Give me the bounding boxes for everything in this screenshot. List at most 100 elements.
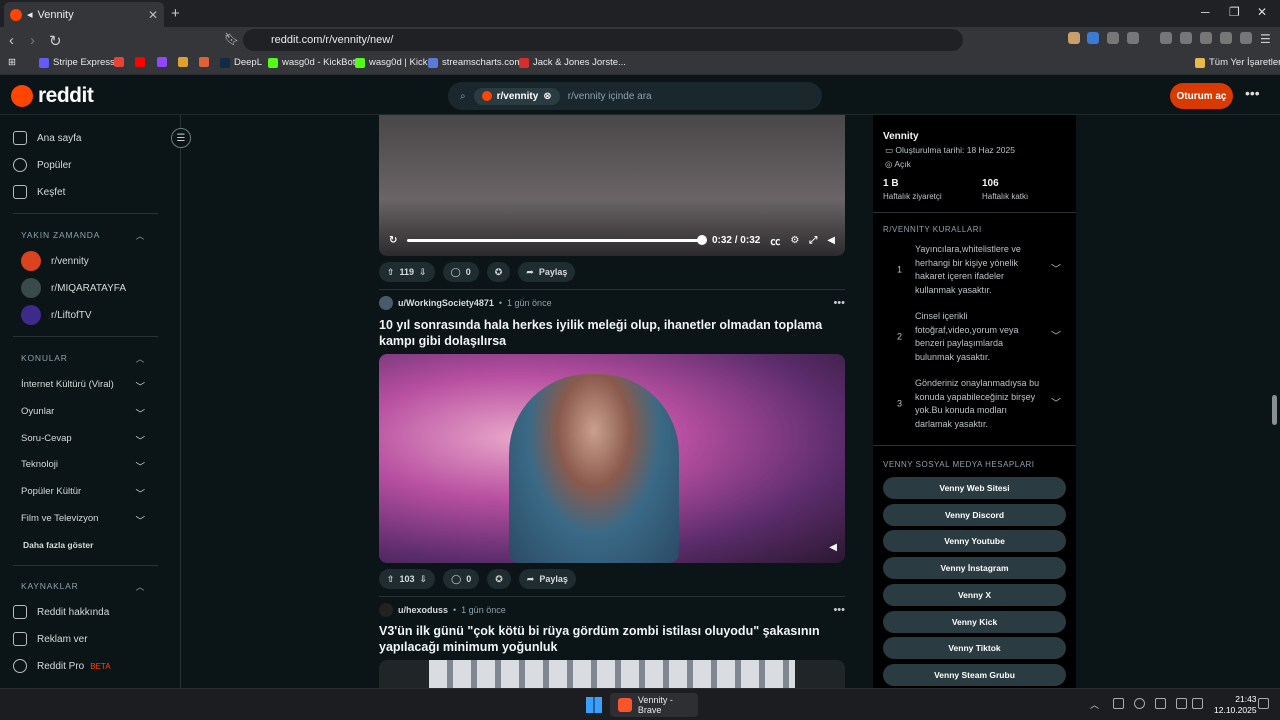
video-player[interactable]: ↻ 0:32 / 0:32 ㏄ ⚙ ⤢ ◀ [379, 115, 845, 256]
captions-icon[interactable]: ㏄ [770, 233, 780, 248]
system-clock[interactable]: 21:43 12.10.2025 [1214, 694, 1257, 716]
comments-button[interactable]: ◯ 0 [443, 569, 480, 589]
extension-icon[interactable] [1068, 32, 1080, 44]
new-tab-button[interactable]: + [171, 5, 180, 22]
volume-icon[interactable]: ◀ [829, 542, 837, 553]
topic-item[interactable]: Soru-Cevap ﹀ [21, 433, 145, 447]
social-link-button[interactable]: Venny Tiktok [883, 637, 1066, 659]
reload-icon[interactable]: ↻ [49, 32, 62, 50]
resource-about-reddit[interactable]: Reddit hakkında [13, 605, 158, 619]
post-options-icon[interactable]: ••• [833, 297, 845, 309]
post-title[interactable]: V3'ün ilk günü "çok kötü bi rüya gördüm … [379, 623, 849, 655]
volume-icon[interactable]: ◀ [827, 235, 835, 246]
tray-app-icon[interactable] [1113, 698, 1124, 709]
user-avatar[interactable] [379, 296, 393, 310]
apps-icon[interactable]: ⊞ [8, 57, 16, 68]
video-progress-bar[interactable] [407, 235, 707, 245]
social-link-button[interactable]: Venny Steam Grubu [883, 664, 1066, 686]
collapse-sidebar-button[interactable]: ☰ [171, 128, 191, 148]
reddit-logo[interactable]: reddit [11, 84, 94, 108]
search-bar[interactable]: ⌕ r/vennity ⊗ r/vennity içinde ara [448, 82, 822, 110]
minimize-icon[interactable]: ─ [1201, 5, 1210, 19]
vpn-icon[interactable] [1240, 32, 1252, 44]
bookmark-item[interactable]: DeepL [220, 57, 262, 68]
award-button[interactable]: ✪ [486, 262, 511, 282]
rule-item[interactable]: 3 Gönderiniz onaylanmadıysa bu konuda yap… [883, 377, 1069, 431]
rule-item[interactable]: 1 Yayıncılara,whitelistlere ve herhangi b… [883, 243, 1069, 297]
back-icon[interactable]: ‹ [9, 32, 14, 49]
recent-section-header[interactable]: YAKIN ZAMANDA ︿ [21, 230, 145, 242]
share-button[interactable]: ➦ Paylaş [518, 569, 576, 589]
more-options-icon[interactable]: ••• [1245, 85, 1260, 101]
video-thumbnail[interactable] [379, 660, 845, 688]
bookmark-icon[interactable] [199, 57, 209, 67]
bookmark-item[interactable]: streamscharts.com [428, 57, 522, 68]
topic-item[interactable]: Popüler Kültür ﹀ [21, 486, 145, 500]
post-author[interactable]: u/WorkingSociety4871 [398, 298, 494, 308]
search-subreddit-chip[interactable]: r/vennity ⊗ [473, 87, 560, 105]
bookmark-item[interactable]: wasg0d - KickBot [268, 57, 355, 68]
microphone-icon[interactable] [1155, 698, 1166, 709]
post-options-icon[interactable]: ••• [833, 604, 845, 616]
tray-overflow-icon[interactable]: ︿ [1090, 698, 1101, 710]
wallet-icon[interactable] [1200, 32, 1212, 44]
topics-section-header[interactable]: KONULAR ︿ [21, 353, 145, 365]
recent-community[interactable]: r/vennity [21, 251, 166, 271]
sidebar-item-explore[interactable]: Keşfet [13, 185, 158, 199]
maximize-icon[interactable]: ❐ [1229, 5, 1240, 19]
close-window-icon[interactable]: ✕ [1257, 5, 1267, 19]
taskbar-app-brave[interactable]: Vennity - Brave [610, 693, 698, 717]
page-scrollbar[interactable] [1272, 395, 1277, 425]
gmail-icon[interactable] [114, 57, 124, 67]
extension-icon[interactable] [1127, 32, 1139, 44]
resource-reddit-pro[interactable]: Reddit Pro BETA [13, 659, 158, 673]
address-bar[interactable]: reddit.com/r/vennity/new/ [243, 29, 963, 51]
share-button[interactable]: ➦ Paylaş [518, 262, 576, 282]
bookmark-item[interactable]: Jack & Jones Jorste... [519, 57, 626, 68]
social-link-button[interactable]: Venny Kick [883, 611, 1066, 633]
bookmark-icon[interactable]: 🔖︎ [224, 32, 239, 46]
social-link-button[interactable]: Venny İnstagram [883, 557, 1066, 579]
social-link-button[interactable]: Venny Youtube [883, 530, 1066, 552]
resource-advertise[interactable]: Reklam ver [13, 632, 158, 646]
forward-icon[interactable]: › [30, 32, 35, 49]
twitch-icon[interactable] [157, 57, 167, 67]
leo-icon[interactable] [1220, 32, 1232, 44]
bookmark-item[interactable]: wasg0d | Kick [355, 57, 427, 68]
windows-start-icon[interactable] [586, 697, 602, 713]
topic-item[interactable]: Oyunlar ﹀ [21, 406, 145, 420]
login-button[interactable]: Oturum aç [1170, 83, 1233, 109]
clear-chip-icon[interactable]: ⊗ [543, 91, 551, 102]
bookmark-item[interactable]: Stripe Express [39, 57, 115, 68]
network-icon[interactable] [1176, 698, 1187, 709]
fullscreen-icon[interactable]: ⤢ [809, 235, 817, 246]
close-tab-icon[interactable]: ✕ [148, 8, 158, 22]
sidebar-item-popular[interactable]: Popüler [13, 158, 158, 172]
recent-community[interactable]: r/LiftofTV [21, 305, 166, 325]
replay-icon[interactable]: ↻ [389, 235, 397, 246]
music-icon[interactable] [1160, 32, 1172, 44]
rule-item[interactable]: 2 Cinsel içerikli fotoğraf,video,yorum ve… [883, 310, 1069, 364]
user-avatar[interactable] [379, 603, 393, 617]
show-more-button[interactable]: Daha fazla göster [23, 540, 147, 550]
tray-app-icon[interactable] [1134, 698, 1145, 709]
award-button[interactable]: ✪ [487, 569, 511, 589]
social-link-button[interactable]: Venny Web Sitesi [883, 477, 1066, 499]
speaker-icon[interactable] [1192, 698, 1203, 709]
video-thumbnail[interactable]: ◀ [379, 354, 845, 563]
recent-community[interactable]: r/MIQARATAYFA [21, 278, 166, 298]
social-link-button[interactable]: Venny X [883, 584, 1066, 606]
bookmark-icon[interactable] [178, 57, 188, 67]
topic-item[interactable]: Teknoloji ﹀ [21, 459, 145, 473]
resources-section-header[interactable]: KAYNAKLAR ︿ [21, 581, 145, 593]
extension-icon[interactable] [1087, 32, 1099, 44]
puzzle-icon[interactable] [1107, 32, 1119, 44]
all-bookmarks[interactable]: Tüm Yer İşaretleri [1195, 57, 1280, 68]
topic-item[interactable]: Film ve Televizyon ﹀ [21, 513, 145, 527]
vote-control[interactable]: ⇧ 119 ⇩ [379, 262, 435, 282]
post-title[interactable]: 10 yıl sonrasında hala herkes iyilik mel… [379, 317, 849, 349]
sidebar-item-home[interactable]: Ana sayfa [13, 131, 158, 145]
sidebar-icon[interactable] [1180, 32, 1192, 44]
settings-icon[interactable]: ⚙ [790, 235, 799, 246]
browser-tab[interactable]: ◂ Vennity ✕ [4, 2, 164, 27]
